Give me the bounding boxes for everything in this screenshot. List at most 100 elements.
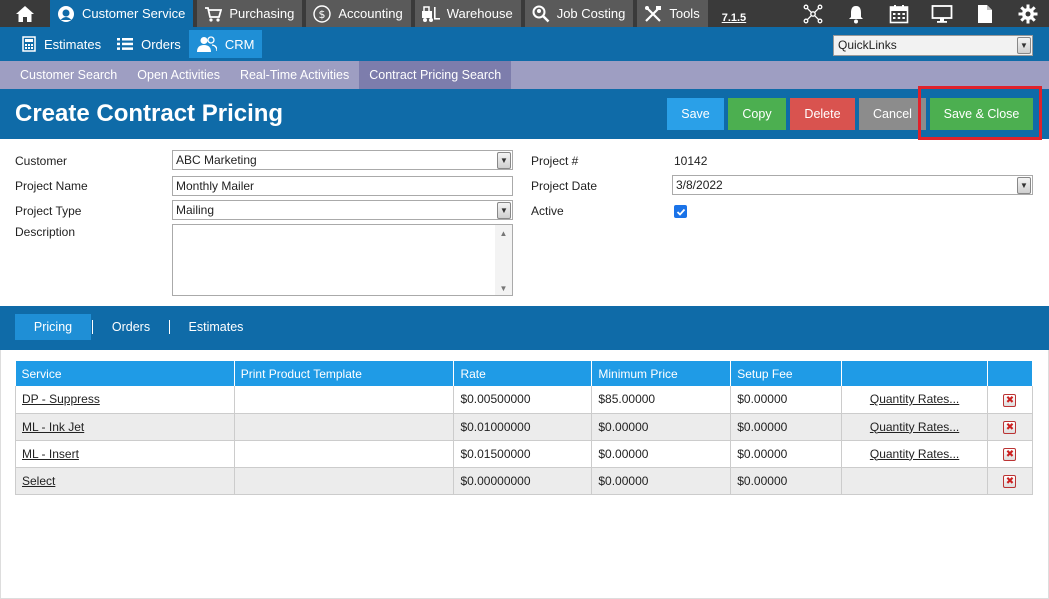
- template-cell: [233, 440, 455, 468]
- save-button[interactable]: Save: [667, 98, 724, 130]
- detail-tabs: Pricing Orders Estimates: [0, 306, 1049, 350]
- tab-real-time-activities[interactable]: Real-Time Activities: [230, 61, 359, 89]
- table-row: Select $0.00000000 $0.00000 $0.00000 ✖: [15, 467, 1034, 495]
- nav-label: Job Costing: [556, 6, 626, 21]
- subnav-orders[interactable]: Orders: [109, 30, 189, 58]
- project-date-select[interactable]: 3/8/2022 ▼: [672, 175, 1033, 195]
- project-name-value: Monthly Mailer: [176, 179, 255, 193]
- project-name-input[interactable]: Monthly Mailer: [172, 176, 513, 196]
- col-minimum-price[interactable]: Minimum Price: [591, 361, 732, 386]
- service-link[interactable]: DP - Suppress: [22, 392, 100, 406]
- project-type-select[interactable]: Mailing ▼: [172, 200, 513, 220]
- template-cell: [233, 413, 455, 441]
- tab-estimates[interactable]: Estimates: [178, 314, 254, 340]
- nav-label: Tools: [669, 6, 700, 21]
- project-type-value: Mailing: [176, 203, 215, 217]
- customer-value: ABC Marketing: [176, 153, 257, 167]
- setup-fee-cell: $0.00000: [730, 440, 843, 468]
- rate-cell: $0.01000000: [453, 413, 593, 441]
- project-name-label: Project Name: [15, 179, 88, 193]
- magnifier-person-icon: [531, 4, 551, 24]
- copy-button[interactable]: Copy: [728, 98, 786, 130]
- col-setup-fee[interactable]: Setup Fee: [730, 361, 843, 386]
- col-quantity-rates: [841, 361, 988, 386]
- tab-customer-search[interactable]: Customer Search: [10, 61, 127, 89]
- scroll-down-icon[interactable]: ▼: [500, 284, 508, 293]
- quantity-rates-cell: [841, 467, 988, 495]
- version-link[interactable]: 7.1.5: [722, 0, 746, 27]
- rate-cell: $0.01500000: [453, 440, 593, 468]
- nav-label: Warehouse: [446, 6, 513, 21]
- delete-row-icon[interactable]: ✖: [1003, 421, 1017, 435]
- delete-button[interactable]: Delete: [790, 98, 855, 130]
- table-row: ML - Ink Jet $0.01000000 $0.00000 $0.000…: [15, 413, 1034, 441]
- chevron-down-icon[interactable]: ▼: [1017, 177, 1031, 194]
- svg-text:$: $: [319, 8, 326, 21]
- tab-orders[interactable]: Orders: [100, 314, 162, 340]
- subnav-crm[interactable]: CRM: [188, 30, 263, 58]
- chevron-down-icon[interactable]: ▼: [497, 202, 511, 219]
- nav-customer-service[interactable]: Customer Service: [50, 0, 194, 27]
- description-textarea[interactable]: ▲ ▼: [172, 224, 513, 296]
- active-checkbox[interactable]: [674, 205, 687, 218]
- quicklinks-select[interactable]: QuickLinks ▼: [833, 35, 1033, 56]
- list-icon: [117, 37, 134, 51]
- customer-label: Customer: [15, 154, 68, 168]
- customer-select[interactable]: ABC Marketing ▼: [172, 150, 513, 170]
- quantity-rates-link[interactable]: Quantity Rates...: [870, 447, 959, 461]
- nav-label: Customer Service: [82, 6, 186, 21]
- min-price-cell: $0.00000: [591, 440, 732, 468]
- project-date-label: Project Date: [531, 179, 598, 193]
- scrollbar[interactable]: ▲ ▼: [495, 225, 512, 295]
- delete-row-icon[interactable]: ✖: [1003, 448, 1017, 462]
- tab-contract-pricing-search[interactable]: Contract Pricing Search: [359, 61, 512, 89]
- nav-purchasing[interactable]: Purchasing: [197, 0, 303, 27]
- rate-cell: $0.00500000: [453, 386, 593, 414]
- home-icon: [16, 5, 34, 22]
- col-rate[interactable]: Rate: [453, 361, 593, 386]
- monitor-icon[interactable]: [920, 0, 963, 27]
- gear-icon[interactable]: [1006, 0, 1049, 27]
- tab-pricing[interactable]: Pricing: [15, 314, 91, 340]
- quantity-rates-link[interactable]: Quantity Rates...: [870, 420, 959, 434]
- subnav-estimates[interactable]: Estimates: [14, 30, 109, 58]
- nav-tools[interactable]: Tools: [637, 0, 708, 27]
- scroll-up-icon[interactable]: ▲: [500, 229, 508, 238]
- chevron-down-icon[interactable]: ▼: [1017, 37, 1031, 54]
- description-label: Description: [15, 225, 76, 239]
- service-link[interactable]: ML - Insert: [22, 447, 79, 461]
- nav-accounting[interactable]: $ Accounting: [306, 0, 411, 27]
- bell-icon[interactable]: [834, 0, 877, 27]
- table-row: ML - Insert $0.01500000 $0.00000 $0.0000…: [15, 440, 1034, 468]
- network-icon[interactable]: [791, 0, 834, 27]
- active-label: Active: [531, 204, 564, 218]
- delete-row-icon[interactable]: ✖: [1003, 475, 1017, 489]
- chevron-down-icon[interactable]: ▼: [497, 152, 511, 169]
- tools-icon: [643, 4, 663, 24]
- col-print-product-template[interactable]: Print Product Template: [234, 361, 455, 386]
- service-link[interactable]: Select: [22, 474, 55, 488]
- highlight-box: [918, 86, 1042, 140]
- cancel-button[interactable]: Cancel: [859, 98, 926, 130]
- min-price-cell: $85.00000: [591, 386, 732, 414]
- page-title: Create Contract Pricing: [15, 100, 284, 127]
- nav-label: Accounting: [338, 6, 403, 21]
- pricing-panel: Service Print Product Template Rate Mini…: [0, 350, 1049, 599]
- tab-divider: [92, 320, 93, 334]
- check-icon: [676, 208, 685, 216]
- template-cell: [233, 386, 455, 414]
- table-row: DP - Suppress $0.00500000 $85.00000 $0.0…: [15, 386, 1034, 414]
- quantity-rates-link[interactable]: Quantity Rates...: [870, 392, 959, 406]
- delete-row-icon[interactable]: ✖: [1003, 394, 1017, 407]
- setup-fee-cell: $0.00000: [730, 413, 843, 441]
- tab-open-activities[interactable]: Open Activities: [127, 61, 230, 89]
- nav-job-costing[interactable]: Job Costing: [524, 0, 634, 27]
- document-icon[interactable]: [963, 0, 1006, 27]
- calendar-icon[interactable]: [877, 0, 920, 27]
- nav-warehouse[interactable]: Warehouse: [414, 0, 521, 27]
- pricing-table: Service Print Product Template Rate Mini…: [15, 361, 1034, 495]
- service-link[interactable]: ML - Ink Jet: [22, 420, 84, 434]
- project-number-label: Project #: [531, 154, 579, 168]
- home-button[interactable]: [0, 0, 50, 27]
- col-service[interactable]: Service: [15, 361, 235, 386]
